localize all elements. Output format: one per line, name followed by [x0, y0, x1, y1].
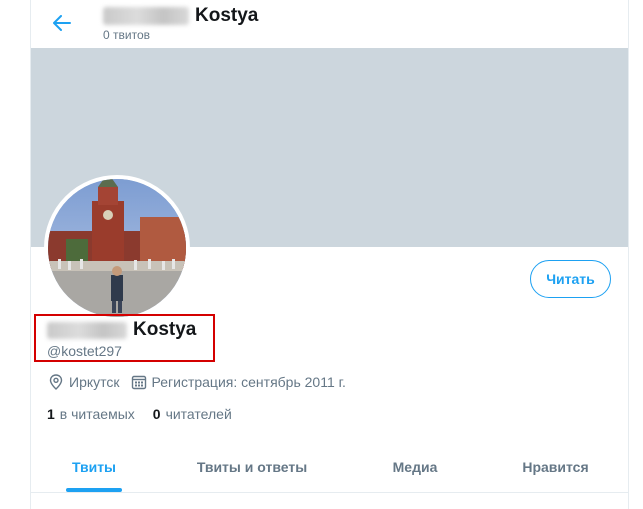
location-pin-icon	[47, 373, 65, 391]
tweet-count: 0 твитов	[103, 28, 150, 42]
join-date-text: Регистрация: сентябрь 2011 г.	[151, 374, 346, 390]
profile-meta: Иркутск Регистрация: сентябрь 2011 г.	[47, 373, 356, 391]
calendar-icon	[130, 373, 148, 391]
tab-tweets[interactable]: Твиты	[31, 442, 157, 492]
follow-button[interactable]: Читать	[530, 260, 611, 298]
header-name: Kostya	[103, 5, 258, 27]
location-text: Иркутск	[69, 374, 120, 390]
following-label: в читаемых	[59, 406, 135, 422]
header-title: Kostya	[195, 5, 259, 26]
avatar[interactable]	[44, 175, 190, 321]
redacted-name	[103, 7, 189, 25]
following-link[interactable]: 1 в читаемых	[47, 406, 135, 422]
profile-column: Kostya 0 твитов Читать Kostya @kostet297…	[30, 0, 629, 509]
following-count: 1	[47, 406, 55, 422]
followers-count: 0	[152, 406, 161, 422]
profile-tabs: Твиты Твиты и ответы Медиа Нравится	[31, 442, 628, 493]
profile-name-text: Kostya	[133, 319, 197, 340]
profile-handle: @kostet297	[47, 343, 122, 359]
tab-tweets-and-replies[interactable]: Твиты и ответы	[157, 442, 347, 492]
followers-link[interactable]: 0 читателей	[153, 406, 232, 422]
active-tab-indicator	[66, 488, 122, 492]
profile-name: Kostya	[47, 318, 196, 342]
arrow-left-icon	[53, 15, 71, 31]
redacted-name	[47, 321, 127, 339]
join-date: Регистрация: сентябрь 2011 г.	[130, 373, 346, 391]
followers-label: читателей	[165, 406, 232, 422]
avatar-photo	[48, 179, 186, 317]
back-button[interactable]	[47, 8, 77, 38]
tab-media[interactable]: Медиа	[347, 442, 483, 492]
profile-header: Kostya 0 твитов	[31, 0, 628, 48]
follow-stats: 1 в читаемых 0 читателей	[47, 405, 250, 423]
tab-likes[interactable]: Нравится	[483, 442, 628, 492]
location: Иркутск	[47, 373, 120, 391]
